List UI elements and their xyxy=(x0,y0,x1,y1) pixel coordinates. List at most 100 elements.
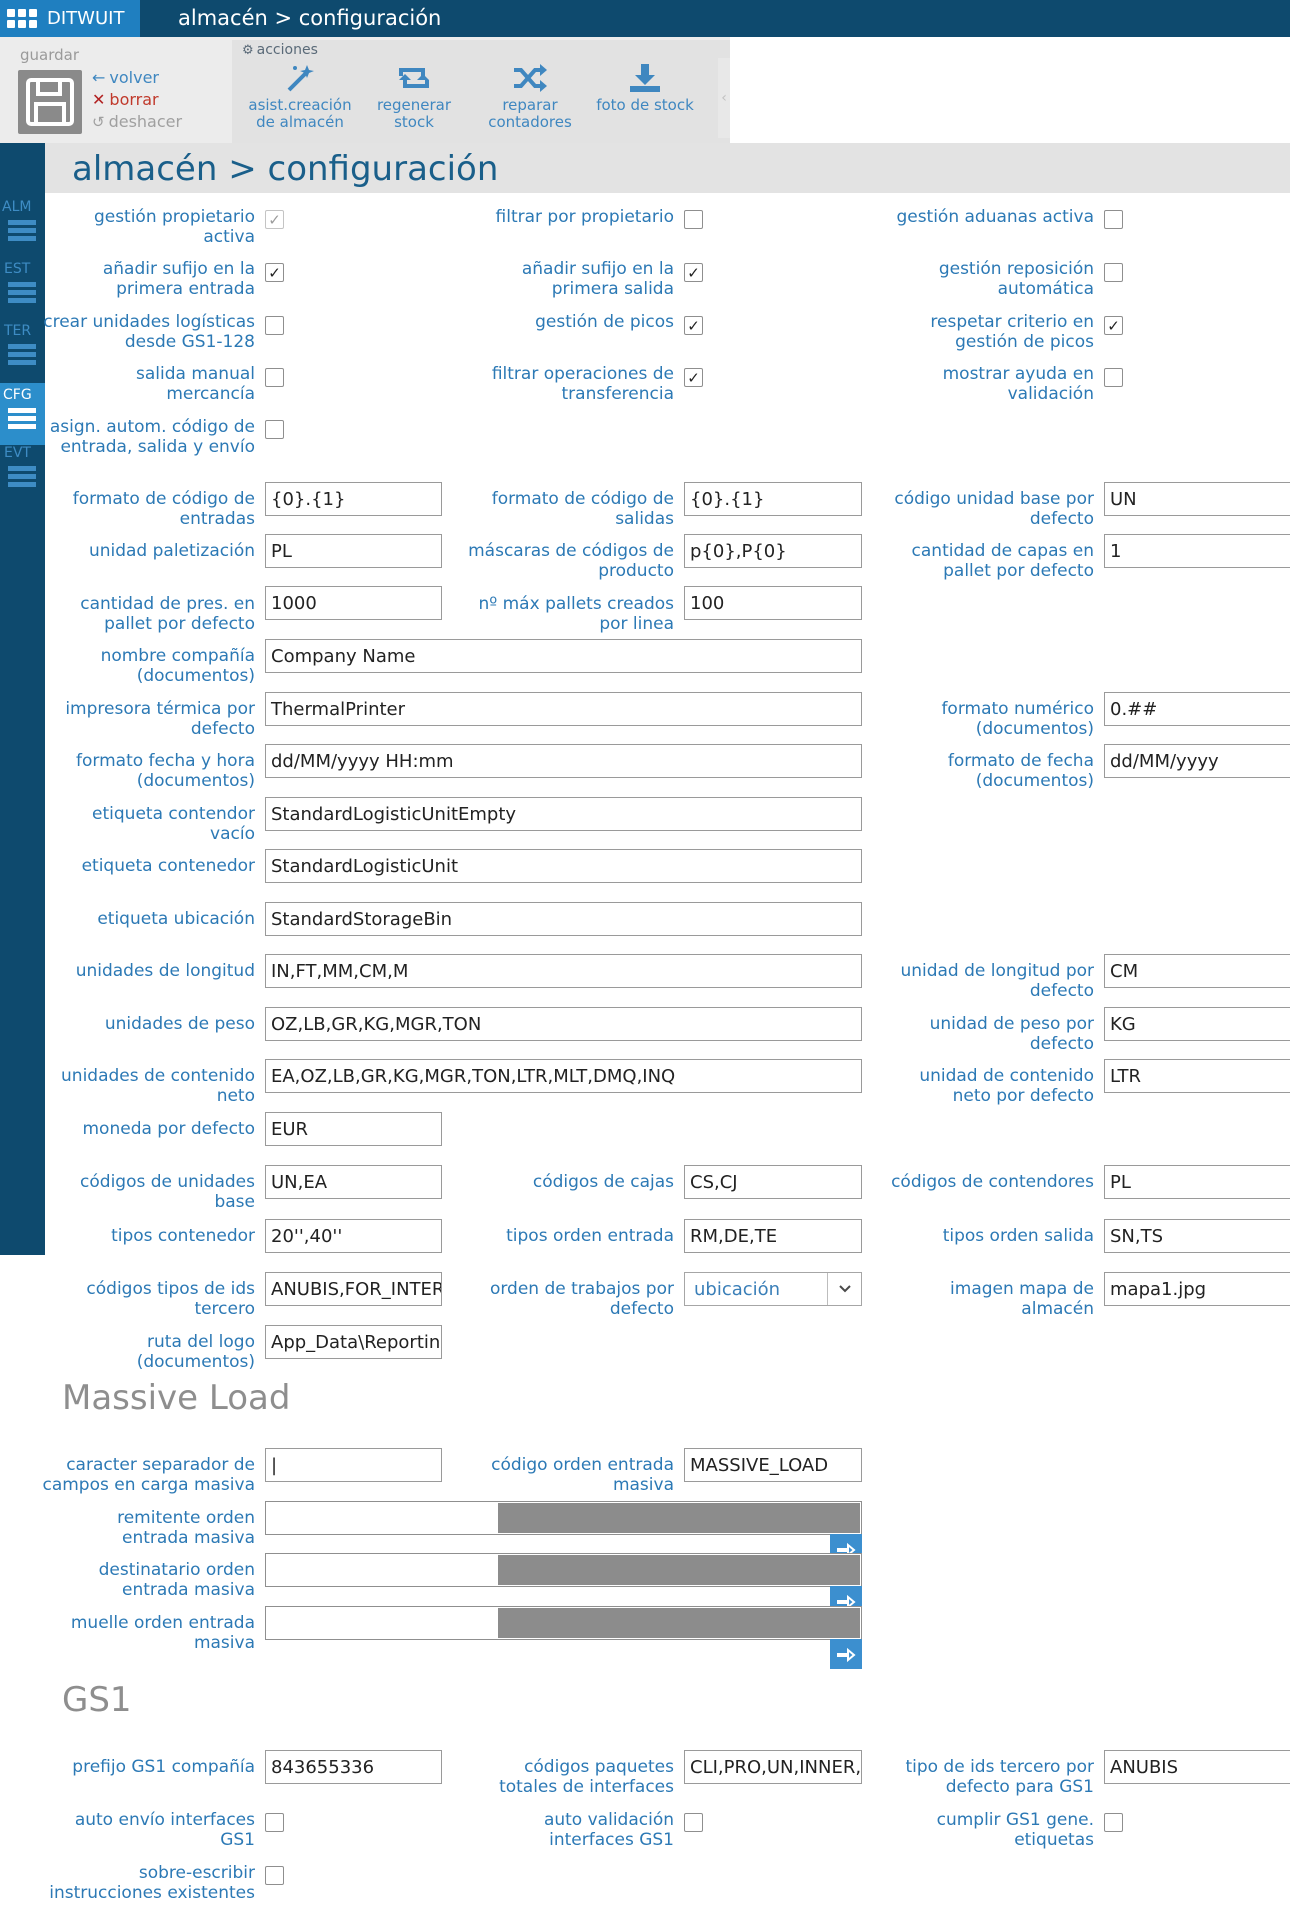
undo-icon: ↺ xyxy=(92,112,105,131)
volver-link[interactable]: ← volver xyxy=(92,68,159,87)
deshacer-link[interactable]: ↺ deshacer xyxy=(92,112,182,131)
imagen-mapa-input[interactable]: mapa1.jpg xyxy=(1104,1272,1290,1306)
volver-label: volver xyxy=(109,68,159,87)
checkbox-sobre-escribir[interactable] xyxy=(265,1866,284,1885)
mascaras-codigos-input[interactable]: p{0},P{0} xyxy=(684,534,862,568)
muelle-lookup[interactable] xyxy=(265,1606,862,1669)
codigos-cajas-input[interactable]: CS,CJ xyxy=(684,1165,862,1199)
field-label: cantidad de capas en pallet por defecto xyxy=(911,541,1094,581)
formato-codigo-salidas-input[interactable]: {0}.{1} xyxy=(684,482,862,516)
tipos-orden-salida-input[interactable]: SN,TS xyxy=(1104,1219,1290,1253)
tipos-contenedor-input[interactable]: 20'',40'' xyxy=(265,1219,442,1253)
field-label: cantidad de pres. en pallet por defecto xyxy=(80,594,255,634)
unidad-peso-defecto-input[interactable]: KG xyxy=(1104,1007,1290,1041)
checkbox-asign-autom-codigo[interactable] xyxy=(265,420,284,439)
checkbox-label: auto validación interfaces GS1 xyxy=(543,1810,674,1850)
sidebar-item-est[interactable]: EST xyxy=(0,261,45,321)
checkbox-sufijo-entrada[interactable]: ✓ xyxy=(265,263,284,282)
cantidad-capas-input[interactable]: 1 xyxy=(1104,534,1290,568)
checkbox-cumplir-gs1-etiquetas[interactable] xyxy=(1104,1813,1123,1832)
checkbox-sufijo-salida[interactable]: ✓ xyxy=(684,263,703,282)
checkbox-mostrar-ayuda[interactable] xyxy=(1104,368,1123,387)
toolbar-collapse-toggle[interactable]: ‹ xyxy=(718,58,730,138)
checkbox-gestion-propietario[interactable]: ✓ xyxy=(265,210,284,229)
action-asist-creacion[interactable]: asist.creación de almacén xyxy=(245,62,355,131)
checkbox-crear-unidades-gs1[interactable] xyxy=(265,316,284,335)
field-label: unidades de peso xyxy=(104,1014,255,1034)
max-pallets-input[interactable]: 100 xyxy=(684,586,862,620)
unidades-peso-input[interactable]: OZ,LB,GR,KG,MGR,TON xyxy=(265,1007,862,1041)
unidad-contenido-neto-defecto-input[interactable]: LTR xyxy=(1104,1059,1290,1093)
prefijo-gs1-input[interactable]: 843655336 xyxy=(265,1750,442,1784)
sidebar-item-label: EST xyxy=(4,261,31,277)
checkbox-respetar-criterio[interactable]: ✓ xyxy=(1104,316,1123,335)
field-label: remitente orden entrada masiva xyxy=(117,1508,255,1548)
checkbox-filtrar-transferencia[interactable]: ✓ xyxy=(684,368,703,387)
server-icon xyxy=(8,344,36,365)
codigos-paquetes-input[interactable]: CLI,PRO,UN,INNER, xyxy=(684,1750,862,1784)
field-label: códigos de cajas xyxy=(532,1172,674,1192)
unidad-longitud-defecto-input[interactable]: CM xyxy=(1104,954,1290,988)
checkbox-auto-envio-gs1[interactable] xyxy=(265,1813,284,1832)
save-button[interactable] xyxy=(18,70,82,134)
orden-trabajos-select[interactable]: ubicación xyxy=(684,1272,862,1306)
codigo-orden-entrada-masiva-input[interactable]: MASSIVE_LOAD xyxy=(684,1448,862,1482)
sidebar-item-evt[interactable]: EVT xyxy=(0,445,45,505)
checkbox-label: sobre-escribir instrucciones existentes xyxy=(49,1863,255,1903)
formato-codigo-entradas-input[interactable]: {0}.{1} xyxy=(265,482,442,516)
codigos-unidades-base-input[interactable]: UN,EA xyxy=(265,1165,442,1199)
checkbox-filtrar-propietario[interactable] xyxy=(684,210,703,229)
checkbox-reposicion-automatica[interactable] xyxy=(1104,263,1123,282)
destinatario-lookup[interactable] xyxy=(265,1553,862,1616)
checkbox-gestion-aduanas[interactable] xyxy=(1104,210,1123,229)
caracter-separador-input[interactable]: | xyxy=(265,1448,442,1482)
impresora-termica-input[interactable]: ThermalPrinter xyxy=(265,692,862,726)
ruta-logo-input[interactable]: App_Data\Reportin xyxy=(265,1325,442,1359)
borrar-link[interactable]: ✕ borrar xyxy=(92,90,159,109)
lookup-button[interactable] xyxy=(830,1639,862,1669)
sidebar-item-cfg[interactable]: CFG xyxy=(0,383,45,445)
tipo-ids-tercero-gs1-input[interactable]: ANUBIS xyxy=(1104,1750,1290,1784)
section-title-massive-load: Massive Load xyxy=(62,1378,291,1418)
field-label: códigos de unidades base xyxy=(80,1172,255,1212)
cantidad-pres-input[interactable]: 1000 xyxy=(265,586,442,620)
action-line1: asist.creación xyxy=(248,96,352,114)
field-label: destinatario orden entrada masiva xyxy=(98,1560,255,1600)
checkbox-salida-manual[interactable] xyxy=(265,368,284,387)
brand[interactable]: DITWUIT xyxy=(0,0,140,37)
unidad-paletizacion-input[interactable]: PL xyxy=(265,534,442,568)
codigos-contendores-input[interactable]: PL xyxy=(1104,1165,1290,1199)
etiqueta-contendor-vacio-input[interactable]: StandardLogisticUnitEmpty xyxy=(265,797,862,831)
checkbox-label: añadir sufijo en la primera salida xyxy=(521,259,674,299)
action-regenerar-stock[interactable]: regenerar stock xyxy=(359,62,469,131)
unidades-longitud-input[interactable]: IN,FT,MM,CM,M xyxy=(265,954,862,988)
section-title-gs1: GS1 xyxy=(62,1680,132,1720)
etiqueta-contenedor-input[interactable]: StandardLogisticUnit xyxy=(265,849,862,883)
unidades-contenido-neto-input[interactable]: EA,OZ,LB,GR,KG,MGR,TON,LTR,MLT,DMQ,INQ xyxy=(265,1059,862,1093)
remitente-lookup[interactable] xyxy=(265,1501,862,1564)
etiqueta-ubicacion-input[interactable]: StandardStorageBin xyxy=(265,902,862,936)
checkbox-gestion-picos[interactable]: ✓ xyxy=(684,316,703,335)
shuffle-icon xyxy=(514,64,547,92)
apps-grid-icon[interactable] xyxy=(7,9,37,28)
formato-fecha-input[interactable]: dd/MM/yyyy xyxy=(1104,744,1290,778)
arrow-left-icon: ← xyxy=(92,68,106,87)
field-label: formato de código de entradas xyxy=(72,489,255,529)
tipos-orden-entrada-input[interactable]: RM,DE,TE xyxy=(684,1219,862,1253)
action-reparar-contadores[interactable]: reparar contadores xyxy=(475,62,585,131)
formato-fecha-hora-input[interactable]: dd/MM/yyyy HH:mm xyxy=(265,744,862,778)
codigo-unidad-base-input[interactable]: UN xyxy=(1104,482,1290,516)
checkbox-label: salida manual mercancía xyxy=(136,364,255,404)
formato-numerico-input[interactable]: 0.## xyxy=(1104,692,1290,726)
sidebar-item-alm[interactable]: ALM xyxy=(0,199,45,259)
checkbox-label: gestión de picos xyxy=(535,312,674,332)
action-foto-stock[interactable]: foto de stock xyxy=(590,62,700,114)
retweet-icon xyxy=(399,68,429,88)
nombre-compania-input[interactable]: Company Name xyxy=(265,639,862,673)
action-line1: foto de stock xyxy=(596,96,694,114)
sidebar-item-label: CFG xyxy=(3,387,32,403)
sidebar-item-ter[interactable]: TER xyxy=(0,323,45,383)
moneda-defecto-input[interactable]: EUR xyxy=(265,1112,442,1146)
checkbox-auto-validacion-gs1[interactable] xyxy=(684,1813,703,1832)
codigos-tipos-ids-input[interactable]: ANUBIS,FOR_INTER xyxy=(265,1272,442,1306)
